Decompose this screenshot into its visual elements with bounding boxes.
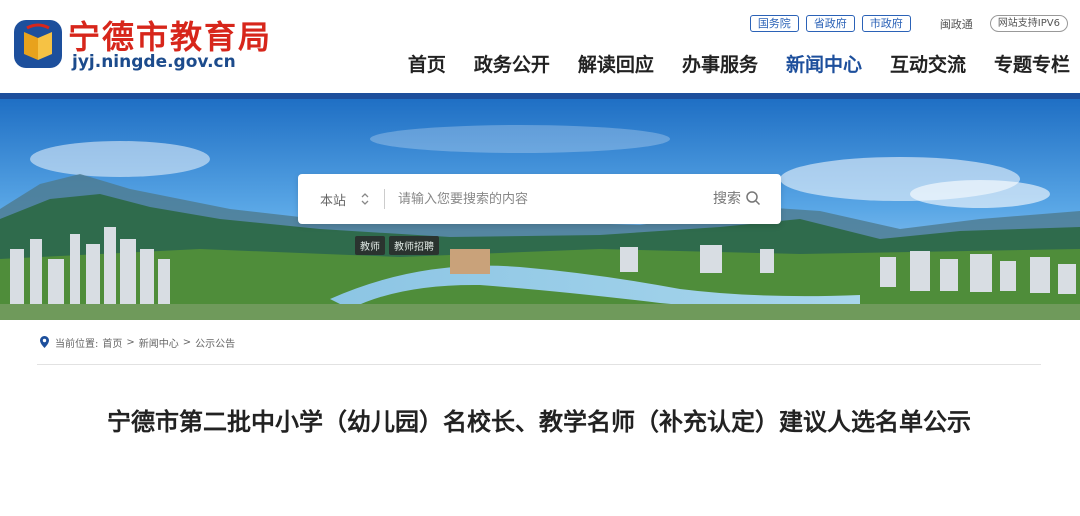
article-title: 宁德市第二批中小学（幼儿园）名校长、教学名师（补充认定）建议人选名单公示 — [107, 408, 971, 436]
breadcrumb: 当前位置: 首页 > 新闻中心 > 公示公告 — [37, 320, 1041, 365]
link-city-gov[interactable]: 市政府 — [861, 15, 911, 32]
search-button[interactable]: 搜索 — [713, 188, 761, 208]
nav-interaction[interactable]: 互动交流 — [890, 50, 966, 77]
link-state-council[interactable]: 国务院 — [749, 15, 799, 32]
location-pin-icon — [40, 336, 49, 348]
nav-home[interactable]: 首页 — [408, 50, 446, 77]
site-domain: jyj.ningde.gov.cn — [72, 52, 236, 72]
link-minzhengtong[interactable]: 闽政通 — [940, 16, 973, 32]
breadcrumb-separator: > — [126, 336, 135, 348]
nav-gov-affairs[interactable]: 政务公开 — [474, 50, 550, 77]
link-provincial-gov[interactable]: 省政府 — [805, 15, 855, 32]
nav-topics[interactable]: 专题专栏 — [994, 50, 1070, 77]
search-button-label: 搜索 — [713, 191, 741, 207]
nav-news-center[interactable]: 新闻中心 — [786, 50, 862, 77]
breadcrumb-separator: > — [182, 336, 192, 348]
breadcrumb-home[interactable]: 首页 — [102, 335, 122, 350]
main-content: 当前位置: 首页 > 新闻中心 > 公示公告 宁德市第二批中小学（幼儿园）名校长… — [37, 320, 1041, 516]
search-input[interactable] — [398, 189, 688, 209]
nav-interpretation[interactable]: 解读回应 — [578, 50, 654, 77]
updown-arrows-icon[interactable] — [360, 192, 370, 206]
search-icon — [746, 191, 761, 206]
hot-tag-teacher-recruitment[interactable]: 教师招聘 — [389, 236, 439, 255]
nav-services[interactable]: 办事服务 — [682, 50, 758, 77]
breadcrumb-announcements[interactable]: 公示公告 — [195, 335, 235, 350]
top-links: 国务院 省政府 市政府 闽政通 网站支持IPV6 — [749, 15, 1068, 32]
main-nav: 首页 政务公开 解读回应 办事服务 新闻中心 互动交流 专题专栏 — [380, 50, 1070, 77]
search-box: 本站 搜索 — [298, 174, 781, 224]
breadcrumb-news-center[interactable]: 新闻中心 — [139, 335, 179, 350]
hot-tag-teacher[interactable]: 教师 — [355, 236, 385, 255]
search-divider — [384, 189, 385, 209]
site-logo-icon[interactable] — [12, 18, 64, 70]
breadcrumb-prefix: 当前位置: — [55, 338, 99, 350]
search-scope-select[interactable]: 本站 — [320, 190, 346, 209]
site-header: 宁德市教育局 jyj.ningde.gov.cn 国务院 省政府 市政府 闽政通… — [0, 0, 1080, 93]
ipv6-badge: 网站支持IPV6 — [989, 15, 1068, 32]
hot-tags: 教师 教师招聘 — [355, 236, 439, 255]
